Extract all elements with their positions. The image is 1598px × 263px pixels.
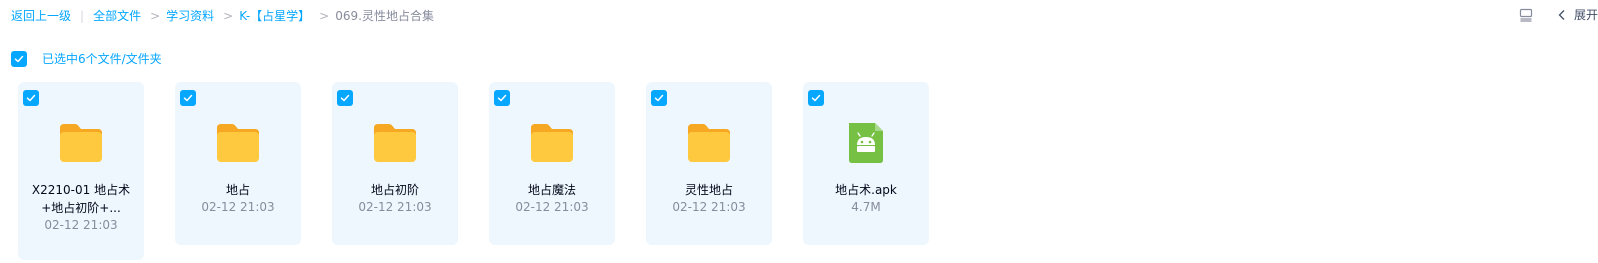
breadcrumb-item-astrology[interactable]: K-【占星学】 xyxy=(239,7,310,24)
file-meta: 02-12 21:03 xyxy=(515,200,589,214)
breadcrumb-separator: > xyxy=(223,8,234,23)
expand-button[interactable]: 展开 xyxy=(1574,6,1598,23)
file-checkbox[interactable] xyxy=(23,90,39,106)
folder-icon xyxy=(58,122,104,164)
selection-count-text: 已选中6个文件/文件夹 xyxy=(42,52,162,66)
top-bar: 返回上一级 | 全部文件 > 学习资料 > K-【占星学】 > 069.灵性地占… xyxy=(0,0,1598,32)
folder-icon xyxy=(372,122,418,164)
breadcrumb-separator: > xyxy=(150,8,161,23)
file-name: 地占 xyxy=(225,183,250,197)
chevron-left-icon[interactable] xyxy=(1555,8,1569,22)
file-grid: X2210-01 地占术+地占初阶+... 02-12 21:03 地占 02-… xyxy=(18,82,960,260)
checkmark-icon xyxy=(654,94,664,102)
file-card[interactable]: 地占 02-12 21:03 xyxy=(175,82,301,245)
breadcrumb-current: 069.灵性地占合集 xyxy=(335,9,434,23)
file-card[interactable]: 地占术.apk 4.7M xyxy=(803,82,929,245)
file-meta: 02-12 21:03 xyxy=(358,200,432,214)
breadcrumb-divider: | xyxy=(80,8,85,23)
file-card[interactable]: 地占魔法 02-12 21:03 xyxy=(489,82,615,245)
top-right-controls: 展开 xyxy=(1519,6,1598,23)
file-card[interactable]: 灵性地占 02-12 21:03 xyxy=(646,82,772,245)
list-view-icon[interactable] xyxy=(1519,8,1533,22)
file-name: 地占初阶 xyxy=(370,183,419,197)
file-card[interactable]: X2210-01 地占术+地占初阶+... 02-12 21:03 xyxy=(18,82,144,260)
breadcrumb-item-all-files[interactable]: 全部文件 xyxy=(93,7,141,24)
checkmark-icon xyxy=(14,55,24,62)
file-meta: 02-12 21:03 xyxy=(44,218,118,232)
file-name: 灵性地占 xyxy=(684,183,733,197)
select-all-checkbox[interactable] xyxy=(11,50,27,67)
breadcrumb: 返回上一级 | 全部文件 > 学习资料 > K-【占星学】 > 069.灵性地占… xyxy=(11,7,434,24)
breadcrumb-separator: > xyxy=(319,8,330,23)
file-checkbox[interactable] xyxy=(808,90,824,106)
file-name: 地占魔法 xyxy=(527,183,576,197)
checkmark-icon xyxy=(497,94,507,102)
file-browser: 返回上一级 | 全部文件 > 学习资料 > K-【占星学】 > 069.灵性地占… xyxy=(0,0,1598,263)
file-checkbox[interactable] xyxy=(337,90,353,106)
checkmark-icon xyxy=(26,94,36,102)
file-meta: 4.7M xyxy=(851,200,881,214)
file-meta: 02-12 21:03 xyxy=(201,200,275,214)
back-button[interactable]: 返回上一级 xyxy=(11,7,71,24)
checkmark-icon xyxy=(340,94,350,102)
selection-bar: 已选中6个文件/文件夹 xyxy=(11,50,162,67)
file-checkbox[interactable] xyxy=(651,90,667,106)
folder-icon xyxy=(215,122,261,164)
checkmark-icon xyxy=(811,94,821,102)
file-name: 地占术.apk xyxy=(835,183,897,197)
file-checkbox[interactable] xyxy=(494,90,510,106)
file-meta: 02-12 21:03 xyxy=(672,200,746,214)
file-checkbox[interactable] xyxy=(180,90,196,106)
file-name: X2210-01 地占术+地占初阶+... xyxy=(31,183,131,215)
folder-icon xyxy=(529,122,575,164)
checkmark-icon xyxy=(183,94,193,102)
file-card[interactable]: 地占初阶 02-12 21:03 xyxy=(332,82,458,245)
android-apk-icon xyxy=(843,122,889,164)
breadcrumb-item-study-materials[interactable]: 学习资料 xyxy=(166,7,214,24)
folder-icon xyxy=(686,122,732,164)
